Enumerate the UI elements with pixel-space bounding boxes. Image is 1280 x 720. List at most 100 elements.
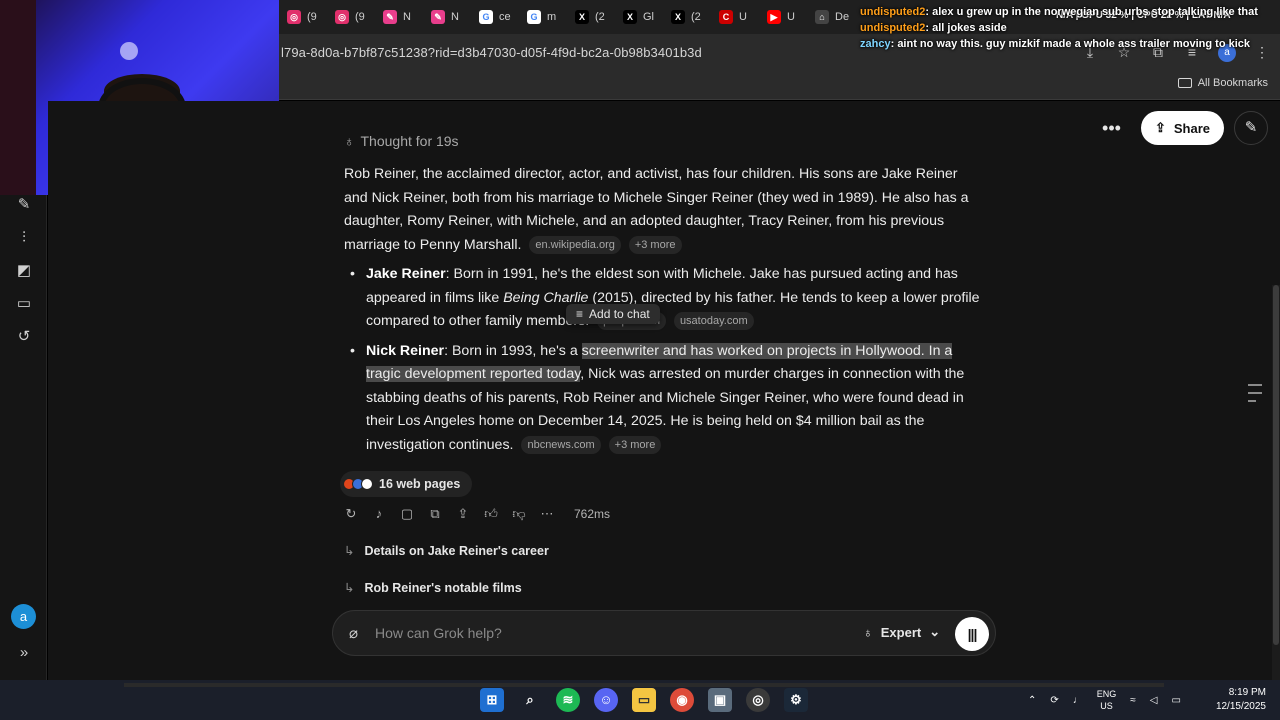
new-chat-button[interactable]: ✎	[1234, 111, 1268, 145]
attach-icon[interactable]: ⌀	[349, 624, 358, 642]
voice-icon[interactable]: ⫶	[14, 228, 34, 248]
browser-tab[interactable]: ✎ N	[375, 0, 423, 34]
more-options-icon[interactable]: •••	[1102, 118, 1121, 139]
obs-icon[interactable]: ◎	[746, 688, 770, 712]
lightbulb-icon: ♁	[344, 133, 355, 149]
system-tray: ⌃ ⟳ ♩ ENG US ≈ ◁ ▭	[1028, 688, 1181, 712]
quote-icon: ≡	[576, 307, 584, 321]
search-icon[interactable]: ⌕	[518, 688, 542, 712]
spotify-icon[interactable]: ≋	[556, 688, 580, 712]
expand-sidebar-icon[interactable]: »	[14, 643, 34, 663]
regenerate-icon[interactable]: ↻	[344, 506, 358, 522]
more-icon[interactable]: ⋯	[540, 506, 554, 522]
followup-suggestion[interactable]: ↳ Rob Reiner's notable films	[344, 580, 522, 596]
tab-label: Gl	[643, 11, 654, 23]
browser-tab[interactable]: Gce	[471, 0, 519, 34]
imagine-icon[interactable]: ◩	[14, 261, 34, 281]
prompt-input[interactable]	[375, 622, 815, 644]
discord-icon[interactable]: ☺	[594, 688, 618, 712]
windows-start-icon[interactable]: ⊞	[480, 688, 504, 712]
browser-tab[interactable]: X Gl	[615, 0, 663, 34]
add-to-chat-popup[interactable]: ≡ Add to chat	[566, 304, 660, 324]
youtube-icon: ▶	[767, 10, 781, 24]
terminal-icon[interactable]: ▣	[708, 688, 732, 712]
source-chip[interactable]: usatoday.com	[673, 312, 754, 330]
pen-icon: ✎	[383, 10, 397, 24]
sync-icon[interactable]: ⟳	[1050, 695, 1058, 706]
x-icon: X	[671, 10, 685, 24]
arrow-icon: ↳	[344, 544, 355, 558]
file-explorer-icon[interactable]: ▭	[632, 688, 656, 712]
projects-folder-icon[interactable]: ▭	[14, 294, 34, 314]
followup-label: Rob Reiner's notable films	[364, 580, 522, 595]
read-aloud-icon[interactable]: ♪	[372, 506, 386, 522]
chat-line: zahcy: aint no way this. guy mizkif made…	[860, 38, 1251, 50]
volume-icon[interactable]: ◁	[1150, 695, 1158, 706]
app-sidebar: ✎ ⫶ ◩ ▭ ↺ a »	[0, 195, 47, 680]
instagram-icon: ◎	[335, 10, 349, 24]
more-sources-chip[interactable]: +3 more	[608, 435, 662, 454]
wifi-icon[interactable]: ≈	[1130, 695, 1136, 706]
chat-message: alex u grew up in the norwegian sub urbs…	[932, 6, 1258, 18]
all-bookmarks-button[interactable]: All Bookmarks	[1177, 77, 1268, 89]
browser-tab[interactable]: CU	[711, 0, 759, 34]
lang-bottom: US	[1100, 701, 1113, 711]
web-pages-button[interactable]: 16 web pages	[340, 471, 473, 497]
response-intro: Rob Reiner, the acclaimed director, acto…	[344, 163, 984, 257]
scrollbar[interactable]	[1272, 285, 1280, 720]
thumbs-down-icon[interactable]: 👎︎	[512, 506, 526, 522]
conversation-minimap[interactable]	[1248, 384, 1262, 402]
browser-tab[interactable]: ▶ U	[759, 0, 807, 34]
browser-tab[interactable]: X (2	[567, 0, 615, 34]
steam-icon[interactable]: ⚙	[784, 688, 808, 712]
thought-indicator[interactable]: ♁ Thought for 19s	[344, 133, 459, 149]
pen-icon: ✎	[431, 10, 445, 24]
chevron-down-icon: ⌄	[929, 624, 941, 639]
share-button[interactable]: ⇪ Share	[1140, 111, 1224, 145]
browser-tab[interactable]: X (2	[663, 0, 711, 34]
copy-icon[interactable]: ⧉	[428, 506, 442, 522]
more-sources-chip[interactable]: +3 more	[628, 235, 682, 254]
source-chip[interactable]: en.wikipedia.org	[529, 235, 621, 254]
history-icon[interactable]: ↺	[14, 327, 34, 347]
tab-label: N	[403, 11, 411, 23]
share-icon[interactable]: ⇪	[456, 506, 470, 522]
minimap-mark[interactable]	[1248, 392, 1262, 394]
thumbs-up-icon[interactable]: 👍︎	[484, 506, 498, 522]
stream-chat-overlay: undisputed2: alex u grew up in the norwe…	[860, 4, 1280, 52]
browser-tab[interactable]: ◎ (9	[279, 0, 327, 34]
browser-tab[interactable]: Gm	[519, 0, 567, 34]
source-chip[interactable]: nbcnews.com	[521, 435, 601, 454]
tab-label: (2	[595, 11, 605, 23]
voice-mode-button[interactable]: |||	[955, 617, 989, 651]
new-chat-icon[interactable]: ✎	[14, 195, 34, 215]
mode-label: Expert	[880, 624, 922, 640]
comment-icon[interactable]: ▢	[400, 506, 414, 522]
browser-tab[interactable]: ◎ (9	[327, 0, 375, 34]
webcam-background	[0, 0, 36, 195]
microphone-icon[interactable]: ♩	[1073, 695, 1083, 706]
webcam-light	[120, 42, 138, 60]
chrome-icon[interactable]: ◉	[670, 688, 694, 712]
minimap-mark[interactable]	[1248, 400, 1256, 402]
browser-tab[interactable]: ✎ N	[423, 0, 471, 34]
child-name: Nick Reiner	[366, 342, 445, 359]
clock[interactable]: 8:19 PM 12/15/2025	[1216, 686, 1266, 714]
list-item: Nick Reiner: Born in 1993, he's a screen…	[344, 340, 984, 458]
scrollbar-thumb[interactable]	[1273, 285, 1279, 645]
cnn-icon: C	[719, 10, 733, 24]
url-text[interactable]: l79a-8d0a-b7bf87c51238?rid=d3b47030-d05f…	[281, 45, 702, 60]
tab-label: U	[739, 11, 747, 23]
battery-icon[interactable]: ▭	[1172, 695, 1181, 706]
time-label: 8:19 PM	[1228, 687, 1266, 698]
mode-selector[interactable]: ♁ Expert ⌄	[863, 624, 940, 640]
google-icon: G	[479, 10, 493, 24]
followup-suggestion[interactable]: ↳ Details on Jake Reiner's career	[344, 543, 549, 559]
item-text: : Born in 1993, he's a	[444, 342, 582, 359]
chevron-up-icon[interactable]: ⌃	[1028, 695, 1036, 706]
language-indicator[interactable]: ENG US	[1097, 688, 1117, 712]
minimap-mark[interactable]	[1248, 384, 1262, 386]
browser-bottom-edge	[124, 683, 1164, 687]
user-avatar[interactable]: a	[11, 604, 36, 629]
browser-tab[interactable]: ⌂ De	[807, 0, 857, 34]
